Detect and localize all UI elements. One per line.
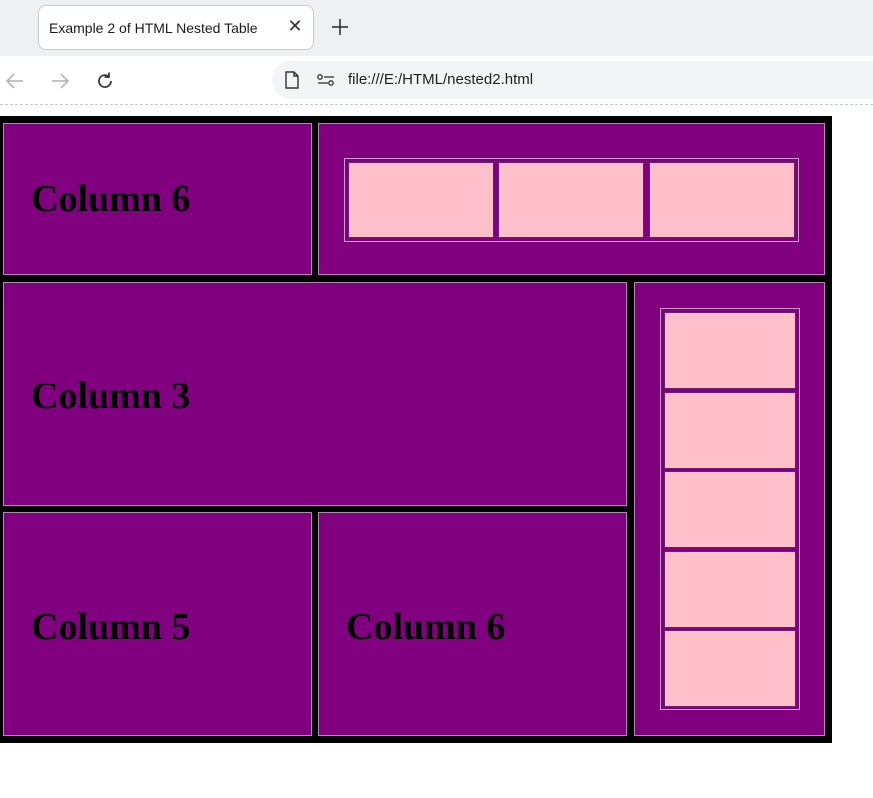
- close-tab-icon[interactable]: ✕: [286, 17, 304, 35]
- site-settings-icon[interactable]: [316, 72, 336, 88]
- reload-icon[interactable]: [94, 70, 116, 92]
- browser-tab[interactable]: Example 2 of HTML Nested Table ✕: [38, 5, 314, 50]
- vertical-inner-table: [660, 308, 800, 710]
- cell-row1-col2: [318, 123, 825, 275]
- tab-title: Example 2 of HTML Nested Table: [49, 20, 258, 36]
- new-tab-icon[interactable]: [329, 16, 351, 38]
- outer-table: Column 6 Column 3 Column 5 Column 6: [0, 116, 832, 743]
- url-text[interactable]: file:///E:/HTML/nested2.html: [348, 71, 533, 88]
- inner-cell: [498, 162, 644, 238]
- browser-toolbar: file:///E:/HTML/nested2.html: [0, 56, 873, 105]
- inner-cell: [664, 630, 796, 707]
- cell-label: Column 3: [31, 375, 191, 417]
- back-arrow-icon[interactable]: [4, 70, 26, 92]
- page-content: Column 6 Column 3 Column 5 Column 6: [0, 106, 873, 798]
- cell-row3-col2: Column 6: [318, 512, 627, 736]
- cell-row1-col1: Column 6: [3, 123, 312, 275]
- file-page-icon: [285, 71, 299, 89]
- forward-arrow-icon[interactable]: [49, 70, 71, 92]
- cell-label: Column 6: [346, 606, 506, 648]
- address-bar[interactable]: file:///E:/HTML/nested2.html: [272, 61, 873, 99]
- cell-label: Column 5: [31, 606, 191, 648]
- cell-label: Column 6: [31, 178, 191, 220]
- horizontal-inner-table: [344, 158, 799, 242]
- cell-row3-col1: Column 5: [3, 512, 312, 736]
- inner-cell: [664, 471, 796, 548]
- cell-right-column: [634, 282, 825, 736]
- cell-row2-col1: Column 3: [3, 282, 627, 506]
- inner-cell: [664, 551, 796, 628]
- tab-strip: Example 2 of HTML Nested Table ✕: [0, 0, 873, 56]
- inner-cell: [664, 312, 796, 389]
- inner-cell: [664, 392, 796, 469]
- inner-cell: [649, 162, 795, 238]
- inner-cell: [348, 162, 494, 238]
